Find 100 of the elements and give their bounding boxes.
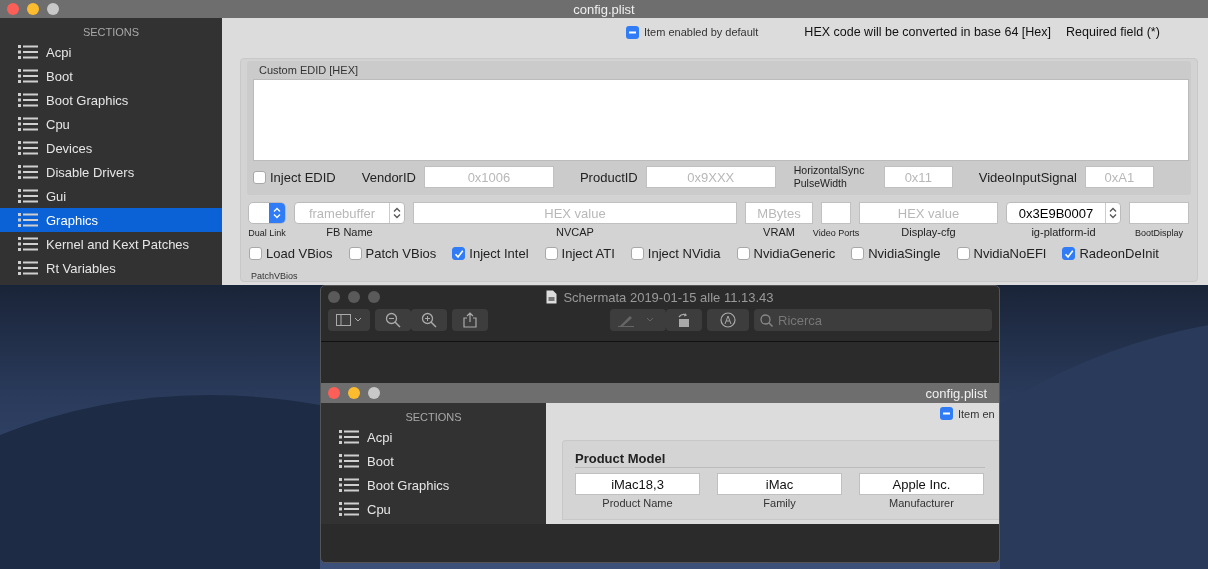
legend-text: Item enabled by default: [644, 26, 759, 38]
checkbox-label[interactable]: NvidiaNoEFI: [973, 246, 1047, 261]
input-field[interactable]: 0x9XXX: [645, 166, 776, 188]
checkbox-label[interactable]: Patch VBios: [365, 246, 437, 261]
checkbox-label[interactable]: Inject ATI: [561, 246, 615, 261]
input-field[interactable]: HEX value: [413, 202, 737, 224]
sidebar-item[interactable]: Boot: [321, 449, 546, 473]
share-button[interactable]: [452, 309, 488, 331]
input-field[interactable]: 0xA1: [1084, 166, 1154, 188]
input-field[interactable]: 0x11: [883, 166, 953, 188]
sidebar-item[interactable]: Cpu: [0, 112, 222, 136]
checkbox[interactable]: [348, 247, 362, 260]
checkbox[interactable]: [253, 170, 266, 184]
checkbox-label[interactable]: NvidiaGeneric: [753, 246, 836, 261]
list-icon: [18, 165, 38, 179]
sidebar-toggle-button[interactable]: [328, 309, 370, 331]
annotate-icon: [720, 312, 736, 328]
sidebar-item[interactable]: Disable Drivers: [0, 160, 222, 184]
sidebar-item[interactable]: Gui: [0, 184, 222, 208]
input-field[interactable]: [821, 202, 851, 224]
checkbox[interactable]: [630, 247, 644, 260]
list-icon: [18, 117, 38, 131]
close-button[interactable]: [7, 3, 19, 15]
input-field[interactable]: 0x1006: [423, 166, 554, 188]
minimize-button[interactable]: [348, 291, 360, 303]
checkbox[interactable]: [452, 247, 466, 260]
list-icon: [339, 478, 359, 492]
share-icon: [463, 312, 477, 328]
zoom-button[interactable]: [368, 387, 380, 399]
field-label: Video Ports: [812, 228, 860, 238]
zoom-in-icon: [421, 312, 437, 328]
checkbox-label[interactable]: Inject EDID: [270, 169, 336, 185]
minimize-button[interactable]: [27, 3, 39, 15]
checkbox-label[interactable]: Load VBios: [266, 246, 333, 261]
sidebar-item[interactable]: Boot Graphics: [0, 88, 222, 112]
sidebar-item[interactable]: Rt Variables: [0, 256, 222, 280]
group-title: Custom EDID [HEX]: [258, 63, 360, 77]
checkbox-label[interactable]: Inject NVidia: [647, 246, 721, 261]
list-icon: [18, 93, 38, 107]
checkbox-label[interactable]: RadeonDeInit: [1079, 246, 1159, 261]
sidebar-heading: SECTIONS: [81, 25, 141, 40]
field-label: ig-platform-id: [1031, 226, 1096, 238]
checkbox[interactable]: [1062, 247, 1076, 260]
field-label: VendorID: [361, 169, 416, 185]
zoom-out-button[interactable]: [375, 309, 411, 331]
field-label: BootDisplay: [1135, 228, 1183, 238]
sidebar-item[interactable]: Acpi: [321, 425, 546, 449]
sidebar-item[interactable]: Graphics: [0, 208, 222, 232]
field-label: Manufacturer: [889, 497, 954, 509]
list-icon: [18, 45, 38, 59]
input-field[interactable]: iMac: [717, 473, 842, 495]
document-icon: [546, 290, 558, 304]
checkbox[interactable]: [736, 247, 750, 260]
checkbox[interactable]: [544, 247, 558, 260]
edid-text-area[interactable]: [253, 79, 1189, 161]
search-field[interactable]: Ricerca: [754, 309, 992, 331]
checkbox[interactable]: [851, 247, 865, 260]
hex-note: HEX code will be converted in base 64 [Hex]: [804, 25, 1052, 39]
field-label: Product Name: [602, 497, 673, 509]
zoom-button[interactable]: [368, 291, 380, 303]
minimize-button[interactable]: [348, 387, 360, 399]
field-label: Display-cfg: [901, 226, 956, 238]
rotate-button[interactable]: [666, 309, 702, 331]
sidebar-item[interactable]: Acpi: [0, 40, 222, 64]
required-note: Required field (*): [1066, 25, 1160, 39]
zoom-in-button[interactable]: [411, 309, 447, 331]
input-field[interactable]: MBytes: [745, 202, 813, 224]
sidebar-item[interactable]: Boot Graphics: [321, 473, 546, 497]
combo-box[interactable]: framebuffer: [294, 202, 405, 224]
dual-link-popup[interactable]: [248, 202, 286, 224]
sidebar-item[interactable]: Cpu: [321, 497, 546, 521]
field-label: Dual Link: [248, 228, 286, 238]
close-button[interactable]: [328, 291, 340, 303]
list-icon: [339, 502, 359, 516]
sidebar-item[interactable]: Devices: [0, 136, 222, 160]
combo-box[interactable]: 0x3E9B0007: [1006, 202, 1121, 224]
field-label: Family: [763, 497, 796, 509]
stepper-arrows-icon: [1109, 207, 1117, 219]
legend-text: Item en: [958, 407, 995, 420]
checkbox[interactable]: [249, 247, 262, 260]
checkbox-label[interactable]: NvidiaSingle: [868, 246, 941, 261]
field-label: FB Name: [326, 226, 373, 238]
zoom-out-icon: [385, 312, 401, 328]
zoom-button[interactable]: [47, 3, 59, 15]
close-button[interactable]: [328, 387, 340, 399]
checkbox[interactable]: [956, 247, 970, 260]
sidebar-item[interactable]: Kernel and Kext Patches: [0, 232, 222, 256]
annotate-button[interactable]: [707, 309, 749, 331]
list-icon: [339, 430, 359, 444]
sidebar-item[interactable]: Boot: [0, 64, 222, 88]
input-field[interactable]: HEX value: [859, 202, 998, 224]
enabled-indicator-icon: [940, 407, 953, 420]
sidebar-heading: SECTIONS: [404, 410, 463, 425]
enabled-indicator-icon: [626, 25, 639, 39]
input-field[interactable]: Apple Inc.: [859, 473, 984, 495]
input-field[interactable]: [1129, 202, 1189, 224]
checkbox-label[interactable]: Inject Intel: [469, 246, 529, 261]
input-field[interactable]: iMac18,3: [575, 473, 700, 495]
list-icon: [18, 213, 38, 227]
window-title: config.plist: [573, 1, 635, 17]
